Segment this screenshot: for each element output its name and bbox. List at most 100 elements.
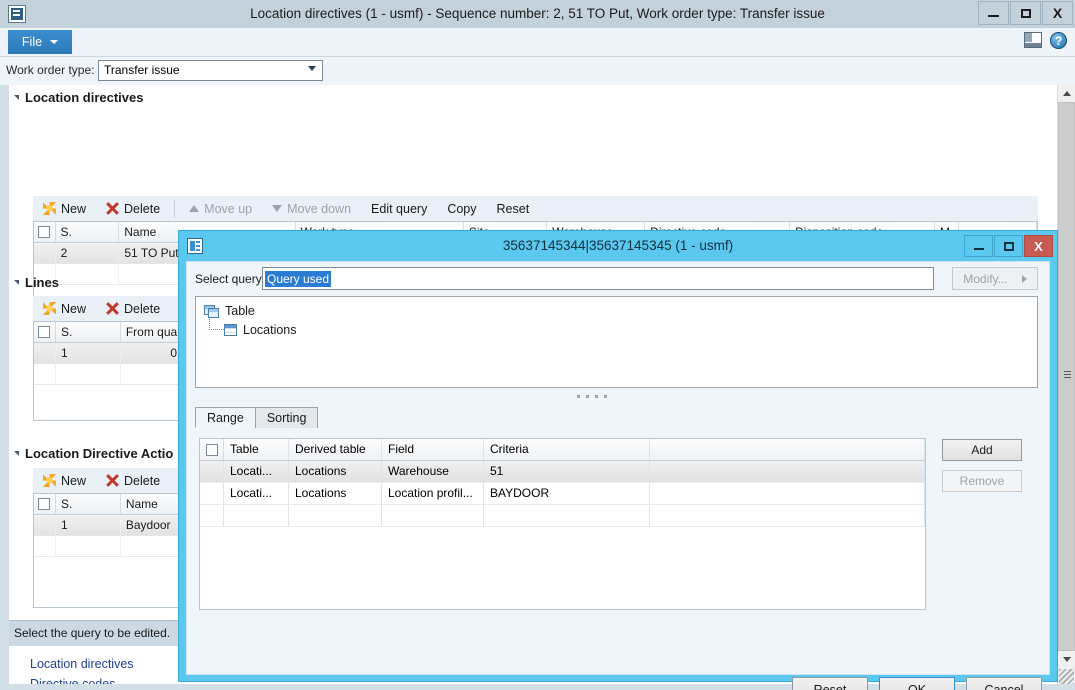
arrow-down-icon [272, 205, 283, 212]
work-order-type-value: Transfer issue [104, 63, 180, 77]
minimize-button[interactable] [978, 1, 1009, 25]
arrow-down-icon [1062, 657, 1071, 662]
new-button[interactable]: New [33, 296, 96, 321]
tree-connector-line [209, 319, 224, 330]
table-row[interactable]: Locati... Locations Location profil... B… [200, 483, 925, 505]
cell-criteria: 51 [484, 461, 650, 482]
toolbar-separator [174, 199, 176, 218]
splitter-dot [586, 394, 589, 398]
close-button[interactable]: X [1042, 1, 1073, 25]
remove-button[interactable]: Remove [942, 470, 1022, 492]
new-button[interactable]: New [33, 196, 96, 221]
ribbon-bar: File ? [0, 28, 1075, 57]
query-tree[interactable]: Table Locations [195, 296, 1038, 388]
copy-button[interactable]: Copy [437, 196, 486, 221]
add-button[interactable]: Add [942, 439, 1022, 461]
delete-icon [106, 302, 119, 315]
move-down-button[interactable]: Move down [262, 196, 361, 221]
edit-query-button[interactable]: Edit query [361, 196, 437, 221]
scroll-down-button[interactable] [1058, 651, 1075, 668]
maximize-icon [1020, 8, 1031, 18]
column-header-sequence[interactable]: S. [56, 222, 120, 242]
table-row[interactable]: Locati... Locations Warehouse 51 [200, 461, 925, 483]
main-titlebar: Location directives (1 - usmf) - Sequenc… [0, 0, 1075, 29]
select-all-checkbox[interactable] [34, 494, 56, 514]
reset-button[interactable]: Reset [792, 677, 868, 690]
tab-sorting[interactable]: Sorting [254, 407, 319, 428]
scroll-up-button[interactable] [1058, 85, 1075, 102]
select-all-checkbox[interactable] [34, 222, 56, 242]
minimize-icon [988, 15, 999, 17]
select-query-label: Select query: [195, 272, 266, 286]
move-up-label: Move up [204, 201, 253, 216]
column-header-sequence[interactable]: S. [56, 322, 121, 342]
dialog-splitter[interactable] [577, 392, 617, 400]
cell-empty [650, 505, 925, 526]
nav-link-location-directives[interactable]: Location directives [30, 657, 134, 671]
cell-empty [56, 536, 121, 556]
copy-label: Copy [447, 201, 477, 216]
move-up-button[interactable]: Move up [179, 196, 262, 221]
range-grid-header: Table Derived table Field Criteria [200, 439, 925, 461]
select-query-input[interactable]: Query used [262, 267, 934, 290]
dialog-body: Select query: Query used Modify... Table… [186, 261, 1050, 690]
range-grid: Table Derived table Field Criteria Locat… [199, 438, 926, 610]
layout-icon[interactable] [1024, 32, 1042, 48]
column-header-derived-table[interactable]: Derived table [289, 439, 382, 460]
delete-button[interactable]: Delete [96, 468, 170, 493]
move-down-label: Move down [287, 201, 352, 216]
help-icon[interactable]: ? [1050, 32, 1067, 49]
row-selector[interactable] [200, 483, 224, 504]
status-text: Select the query to be edited. [14, 626, 171, 640]
row-selector[interactable] [34, 243, 56, 263]
column-header-filler [650, 439, 925, 460]
file-menu-button[interactable]: File [8, 30, 72, 54]
column-header-field[interactable]: Field [382, 439, 484, 460]
minimize-icon [973, 247, 984, 250]
section-header-location-directives[interactable]: Location directives [14, 90, 143, 105]
close-icon: X [1034, 238, 1043, 254]
scrollbar-thumb[interactable] [1058, 102, 1075, 651]
reset-button[interactable]: Reset [487, 196, 540, 221]
delete-button-label: Delete [124, 301, 161, 316]
new-icon [43, 302, 56, 315]
column-header-criteria[interactable]: Criteria [484, 439, 650, 460]
select-all-checkbox[interactable] [200, 439, 224, 460]
modify-button[interactable]: Modify... [952, 267, 1038, 290]
section-header-lines[interactable]: Lines [14, 275, 59, 290]
dialog-close-button[interactable]: X [1024, 235, 1053, 257]
dialog-minimize-button[interactable] [964, 235, 993, 257]
tree-node-table[interactable]: Table [204, 304, 255, 318]
section-header-directive-actions[interactable]: Location Directive Actio [14, 446, 173, 461]
cell-field: Location profil... [382, 483, 484, 504]
column-header-table[interactable]: Table [224, 439, 289, 460]
select-all-checkbox[interactable] [34, 322, 56, 342]
section-title: Lines [25, 275, 59, 290]
cell-table: Locati... [224, 461, 289, 482]
column-header-sequence[interactable]: S. [56, 494, 121, 514]
cell-empty [56, 264, 120, 284]
cell-derived-table: Locations [289, 461, 382, 482]
row-selector[interactable] [34, 343, 56, 363]
dialog-maximize-button[interactable] [994, 235, 1023, 257]
vertical-scrollbar[interactable] [1057, 85, 1075, 668]
work-order-type-select[interactable]: Transfer issue [98, 60, 323, 85]
ok-button[interactable]: OK [879, 677, 955, 690]
cancel-button[interactable]: Cancel [966, 677, 1042, 690]
table-row-empty [200, 505, 925, 527]
delete-button[interactable]: Delete [96, 196, 170, 221]
cell-criteria: BAYDOOR [484, 483, 650, 504]
maximize-button[interactable] [1010, 1, 1041, 25]
delete-button-label: Delete [124, 473, 161, 488]
new-icon [43, 474, 56, 487]
cell-empty [34, 364, 56, 384]
tree-node-locations[interactable]: Locations [224, 323, 297, 337]
close-icon: X [1052, 5, 1063, 21]
new-button[interactable]: New [33, 468, 96, 493]
row-selector[interactable] [34, 515, 56, 535]
row-selector[interactable] [200, 461, 224, 482]
section-title: Location directives [25, 90, 144, 105]
delete-button[interactable]: Delete [96, 296, 170, 321]
window-resize-grip[interactable] [1059, 669, 1074, 684]
tab-range[interactable]: Range [195, 407, 256, 428]
